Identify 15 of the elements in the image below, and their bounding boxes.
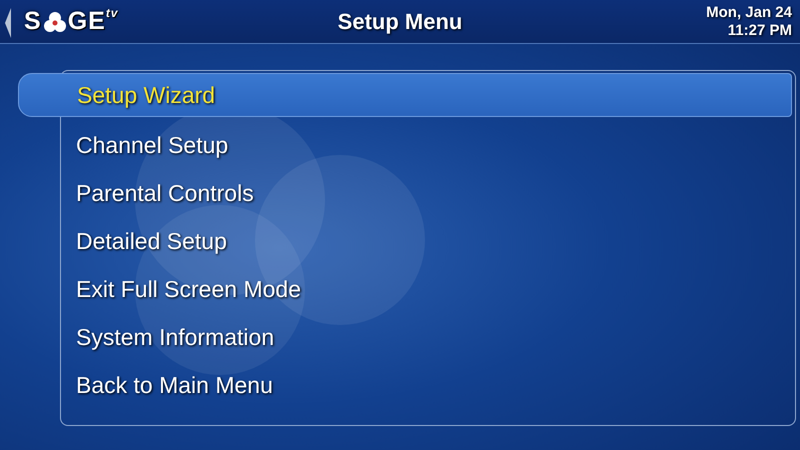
- menu-item[interactable]: Detailed Setup: [18, 217, 792, 265]
- screen-title: Setup Menu: [338, 8, 462, 36]
- back-arrow-icon[interactable]: [4, 8, 12, 38]
- logo-text: GE: [68, 9, 106, 34]
- menu-item[interactable]: Channel Setup: [18, 121, 792, 169]
- logo-superscript: tv: [106, 7, 118, 19]
- date-text: Mon, Jan 24: [706, 4, 792, 22]
- menu-item[interactable]: System Information: [18, 313, 792, 361]
- menu-item[interactable]: Back to Main Menu: [18, 361, 792, 409]
- three-circles-logo-icon: [44, 10, 66, 32]
- menu-item[interactable]: Exit Full Screen Mode: [18, 265, 792, 313]
- menu-item[interactable]: Parental Controls: [18, 169, 792, 217]
- time-text: 11:27 PM: [726, 22, 792, 39]
- menu-item[interactable]: Setup Wizard: [18, 73, 792, 117]
- logo-text: S: [24, 9, 42, 34]
